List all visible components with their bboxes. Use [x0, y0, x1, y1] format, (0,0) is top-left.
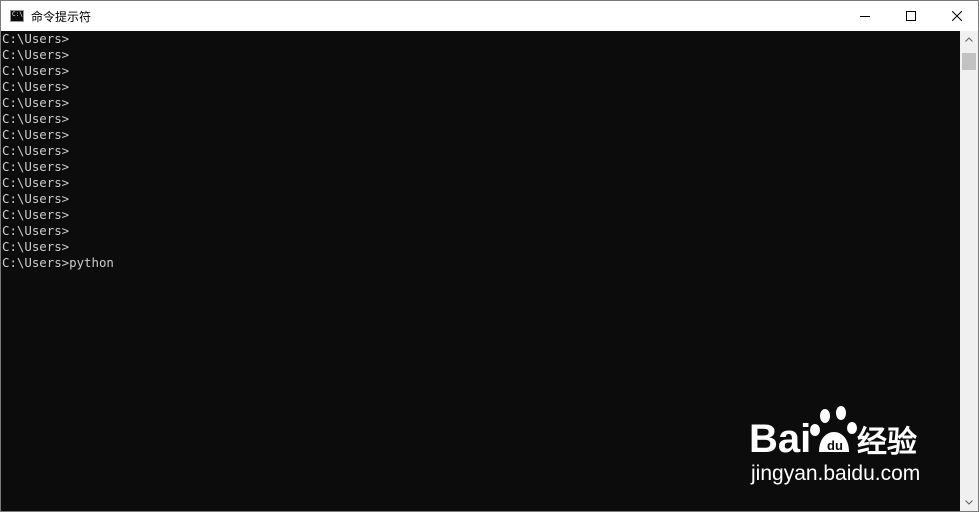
title-bar[interactable]: C:\ 命令提示符 [1, 0, 978, 31]
console-line: C:\Users> [2, 79, 70, 94]
maximize-icon [906, 11, 916, 21]
minimize-button[interactable] [842, 1, 888, 31]
console-line: C:\Users> [2, 31, 70, 46]
console-line: C:\Users> [2, 175, 70, 190]
console-output[interactable]: C:\Users> C:\Users> C:\Users> C:\Users> … [2, 31, 960, 511]
close-icon [952, 11, 962, 21]
console-line: C:\Users> [2, 159, 70, 174]
console-line: C:\Users> [2, 63, 70, 78]
cmd-window: C:\ 命令提示符 C:\Users> C:\Users> C:\Users> … [0, 0, 979, 512]
scroll-down-button[interactable] [960, 494, 978, 511]
console-line: C:\Users> [2, 127, 70, 142]
console-input-line[interactable]: C:\Users>python [2, 255, 960, 271]
close-button[interactable] [934, 1, 978, 31]
console-line: C:\Users> [2, 191, 70, 206]
console-line: C:\Users> [2, 95, 70, 110]
console-line: C:\Users> [2, 47, 70, 62]
scroll-up-button[interactable] [960, 31, 978, 48]
cmd-app-icon[interactable]: C:\ [10, 10, 24, 22]
minimize-icon [860, 16, 870, 17]
chevron-down-icon [965, 500, 973, 505]
scrollbar-thumb[interactable] [962, 53, 976, 70]
console-line: C:\Users> [2, 111, 70, 126]
vertical-scrollbar[interactable] [960, 31, 978, 511]
maximize-button[interactable] [888, 1, 934, 31]
cmd-app-icon-glyph: C:\ [12, 11, 23, 18]
console-line: C:\Users> [2, 207, 70, 222]
chevron-up-icon [965, 37, 973, 42]
window-title: 命令提示符 [31, 10, 92, 24]
console-line: C:\Users> [2, 143, 70, 158]
console-line: C:\Users> [2, 239, 70, 254]
console-line: C:\Users> [2, 223, 70, 238]
